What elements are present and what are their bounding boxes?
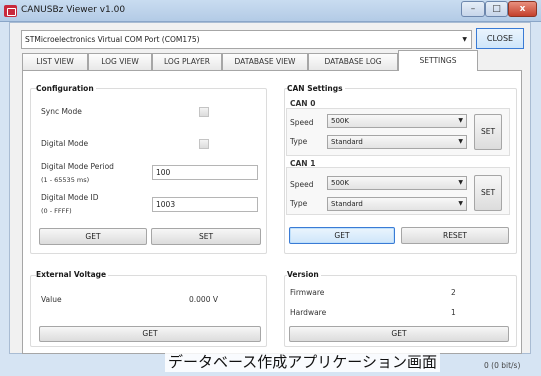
port-select-value: STMicroelectronics Virtual COM Port (COM… xyxy=(25,35,200,44)
app-icon xyxy=(4,5,17,17)
chevron-down-icon: ▼ xyxy=(458,200,463,207)
status-bitrate: 0 (0 bit/s) xyxy=(484,361,521,370)
tab-list-view[interactable]: LIST VIEW xyxy=(22,53,88,70)
digital-mode-id-label: Digital Mode ID xyxy=(41,193,99,202)
close-port-button[interactable]: CLOSE xyxy=(476,28,524,49)
digital-mode-period-label: Digital Mode Period xyxy=(41,162,114,171)
chevron-down-icon: ▼ xyxy=(458,138,463,145)
voltage-value-label: Value xyxy=(41,295,62,304)
chevron-down-icon: ▼ xyxy=(462,36,467,43)
configuration-title: Configuration xyxy=(36,84,96,93)
can0-set-button[interactable]: SET xyxy=(474,114,502,150)
version-get-button[interactable]: GET xyxy=(289,326,509,342)
can0-speed-label: Speed xyxy=(290,118,314,127)
can1-set-button[interactable]: SET xyxy=(474,175,502,211)
maximize-button[interactable]: □ xyxy=(485,1,508,17)
hardware-label: Hardware xyxy=(290,308,327,317)
digital-mode-period-input[interactable]: 100 xyxy=(152,165,258,180)
can0-speed-select[interactable]: 500K ▼ xyxy=(327,114,467,128)
can0-speed-value: 500K xyxy=(331,117,349,125)
voltage-value: 0.000 V xyxy=(189,295,218,304)
digital-mode-label: Digital Mode xyxy=(41,139,89,148)
firmware-value: 2 xyxy=(451,288,456,297)
tab-log-player[interactable]: LOG PLAYER xyxy=(152,53,222,70)
can0-type-label: Type xyxy=(290,137,308,146)
minimize-button[interactable]: – xyxy=(461,1,485,17)
chevron-down-icon: ▼ xyxy=(458,179,463,186)
configuration-get-button[interactable]: GET xyxy=(39,228,147,245)
can-get-button[interactable]: GET xyxy=(289,227,395,244)
sync-mode-checkbox[interactable] xyxy=(199,107,209,117)
external-voltage-title: External Voltage xyxy=(36,270,109,279)
can0-type-value: Standard xyxy=(331,138,363,146)
can0-type-select[interactable]: Standard ▼ xyxy=(327,135,467,149)
digital-mode-id-range: (0 - FFFF) xyxy=(41,207,72,215)
port-select[interactable]: STMicroelectronics Virtual COM Port (COM… xyxy=(21,30,472,49)
tab-log-view[interactable]: LOG VIEW xyxy=(88,53,152,70)
can1-type-label: Type xyxy=(290,199,308,208)
voltage-get-button[interactable]: GET xyxy=(39,326,261,342)
can1-speed-value: 500K xyxy=(331,179,349,187)
can1-speed-label: Speed xyxy=(290,180,314,189)
can-settings-title: CAN Settings xyxy=(287,84,345,93)
tab-database-log[interactable]: DATABASE LOG xyxy=(308,53,398,70)
chevron-down-icon: ▼ xyxy=(458,117,463,124)
can1-type-value: Standard xyxy=(331,200,363,208)
tab-database-view[interactable]: DATABASE VIEW xyxy=(222,53,308,70)
close-window-button[interactable]: x xyxy=(508,1,537,17)
sync-mode-label: Sync Mode xyxy=(41,107,82,116)
tab-settings[interactable]: SETTINGS xyxy=(398,50,478,71)
digital-mode-id-input[interactable]: 1003 xyxy=(152,197,258,212)
can0-title: CAN 0 xyxy=(290,99,316,108)
digital-mode-period-range: (1 - 65535 ms) xyxy=(41,176,90,184)
title-bar: CANUSBz Viewer v1.00 – □ x xyxy=(0,0,541,22)
version-title: Version xyxy=(287,270,321,279)
hardware-value: 1 xyxy=(451,308,456,317)
can1-speed-select[interactable]: 500K ▼ xyxy=(327,176,467,190)
configuration-set-button[interactable]: SET xyxy=(151,228,261,245)
can1-type-select[interactable]: Standard ▼ xyxy=(327,197,467,211)
digital-mode-checkbox[interactable] xyxy=(199,139,209,149)
firmware-label: Firmware xyxy=(290,288,325,297)
can-reset-button[interactable]: RESET xyxy=(401,227,509,244)
window-title: CANUSBz Viewer v1.00 xyxy=(21,5,126,15)
caption-text: データベース作成アプリケーション画面 xyxy=(165,351,440,372)
can1-title: CAN 1 xyxy=(290,159,316,168)
